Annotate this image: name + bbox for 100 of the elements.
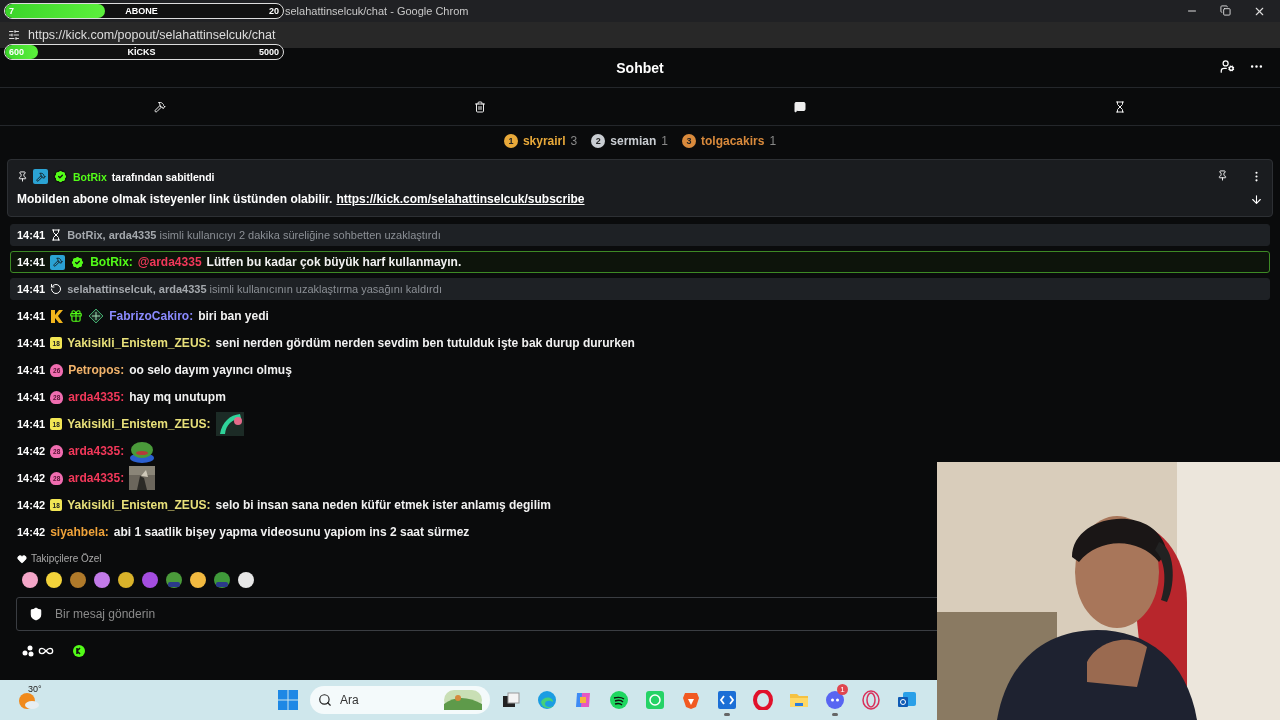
start-icon[interactable] xyxy=(278,690,298,710)
outlook-icon xyxy=(897,690,917,710)
rank-badge: 1 xyxy=(503,133,518,148)
unpin-icon[interactable] xyxy=(1217,170,1228,181)
system-message: selahattinselcuk, arda4335 isimli kullanıcının uzaklaştırma yasağını kaldırdı xyxy=(67,283,442,295)
leaderboard-name[interactable]: tolgacakirs xyxy=(701,133,765,148)
verified-badge xyxy=(70,254,86,270)
message-time: 14:41 xyxy=(17,337,46,349)
weather-icon[interactable] xyxy=(18,690,40,712)
mention-link[interactable]: @arda4335 xyxy=(137,255,202,269)
expand-icon[interactable] xyxy=(1250,192,1263,206)
username[interactable]: arda4335: xyxy=(68,444,125,458)
username[interactable]: Yakisikli_Enistem_ZEUS: xyxy=(67,498,211,512)
spotify-icon xyxy=(609,690,629,710)
heart-icon xyxy=(17,553,27,564)
brave-icon xyxy=(681,690,701,710)
emote-icon[interactable] xyxy=(20,569,40,589)
app-icon xyxy=(717,690,737,710)
emote-icon[interactable] xyxy=(116,569,136,589)
discord-icon xyxy=(825,690,845,710)
goal-label: ABONE xyxy=(125,6,158,16)
moderator-badge xyxy=(33,169,48,184)
window-title: selahattinselcuk/chat - Google Chrom xyxy=(285,5,469,17)
trash-icon xyxy=(474,100,486,113)
diamond-badge xyxy=(88,308,105,324)
username[interactable]: BotRix: xyxy=(90,255,133,269)
username[interactable]: siyahbela: xyxy=(50,525,109,539)
temperature: 30° xyxy=(28,684,42,694)
username[interactable]: arda4335: xyxy=(68,471,125,485)
message-time: 14:42 xyxy=(17,499,46,511)
message-time: 14:41 xyxy=(17,283,46,295)
message-time: 14:42 xyxy=(17,445,46,457)
gift-count: 1 xyxy=(661,133,668,148)
url-text[interactable]: https://kick.com/popout/selahattinselcuk/chat xyxy=(28,28,276,42)
copilot-icon xyxy=(573,690,593,710)
moderator-badge xyxy=(50,254,66,270)
site-settings-icon[interactable] xyxy=(8,29,20,41)
restore-icon[interactable] xyxy=(1220,4,1231,16)
pinned-label: tarafından sabitlendi xyxy=(111,170,215,183)
username[interactable]: Yakisikli_Enistem_ZEUS: xyxy=(67,336,211,350)
goal-start: 600 xyxy=(9,47,25,57)
emote-icon[interactable] xyxy=(92,569,112,589)
rank-badge: 2 xyxy=(591,133,606,148)
user-settings-icon[interactable] xyxy=(1220,59,1235,74)
username[interactable]: Yakisikli_Enistem_ZEUS: xyxy=(67,417,211,431)
leaderboard-name[interactable]: sermian xyxy=(610,133,657,148)
goal-start: 7 xyxy=(9,6,14,16)
opera-icon xyxy=(753,690,773,710)
gift-count: 3 xyxy=(570,133,578,148)
username[interactable]: Petropos: xyxy=(68,363,125,377)
hourglass-icon xyxy=(50,229,63,241)
message-time: 14:41 xyxy=(17,229,46,241)
username[interactable]: arda4335: xyxy=(68,390,125,404)
message-time: 14:42 xyxy=(17,526,46,538)
hourglass-icon xyxy=(1114,100,1126,113)
message-text: Lütfen bu kadar çok büyük harf kullanmayın. xyxy=(206,255,462,269)
opera-gx-icon xyxy=(861,690,881,710)
goal-end: 20 xyxy=(268,6,279,16)
search-icon xyxy=(318,693,332,707)
chat-title: Sohbet xyxy=(616,59,664,76)
kick-icon[interactable] xyxy=(72,644,86,658)
emote-icon[interactable] xyxy=(236,569,256,589)
message-time: 14:41 xyxy=(17,391,46,403)
undo-icon xyxy=(50,283,63,295)
dots-icon[interactable] xyxy=(22,645,34,657)
username[interactable]: FabrizoCakiro: xyxy=(109,309,194,323)
notification-badge: 1 xyxy=(837,684,848,695)
leaderboard-name[interactable]: skyrairl xyxy=(522,133,566,148)
emote-section-label: Takipçilere Özel xyxy=(31,553,102,564)
message-time: 14:41 xyxy=(17,256,46,268)
subscribe-link[interactable]: https://kick.com/selahattinselcuk/subscribe xyxy=(336,192,585,206)
pin-icon xyxy=(17,171,28,182)
goal-end: 5000 xyxy=(258,47,279,57)
message-time: 14:41 xyxy=(17,418,46,430)
gift-badge xyxy=(69,309,84,323)
message-text: hay mq unutupm xyxy=(129,390,226,404)
message-time: 14:41 xyxy=(17,310,46,322)
pinned-by-user: BotRix xyxy=(73,170,107,183)
hammer-icon xyxy=(154,100,166,113)
gift-count: 1 xyxy=(769,133,777,148)
message-text: abi 1 saatlik bişey yapma videosunu yapiom ins 2 saat sürmez xyxy=(113,525,470,539)
message-input[interactable]: Bir mesaj gönderin xyxy=(53,606,897,622)
verified-badge xyxy=(53,169,68,184)
message-text: seni nerden gördüm nerden sevdim ben tutulduk işte bak durup dururken xyxy=(215,336,635,350)
edge-icon xyxy=(537,690,557,710)
taskbar-app[interactable]: 1 xyxy=(820,683,850,717)
taskbar-search[interactable]: Ara xyxy=(310,686,490,714)
goal-label: KİCKS xyxy=(127,47,156,57)
emote-icon[interactable] xyxy=(188,569,208,589)
message-time: 14:41 xyxy=(17,364,46,376)
whatsapp-icon xyxy=(645,690,665,710)
shield-icon xyxy=(29,607,43,621)
task-view-icon xyxy=(501,690,521,710)
message-text: selo bi insan sana neden küfür etmek ister anlamış degilim xyxy=(215,498,551,512)
message-text: oo selo dayım yayıncı olmuş xyxy=(129,363,292,377)
message-text: biri ban yedi xyxy=(198,309,269,323)
rank-badge: 3 xyxy=(682,133,696,148)
og-badge xyxy=(50,308,65,324)
emote-icon[interactable] xyxy=(44,569,64,589)
chat-icon xyxy=(794,100,806,113)
